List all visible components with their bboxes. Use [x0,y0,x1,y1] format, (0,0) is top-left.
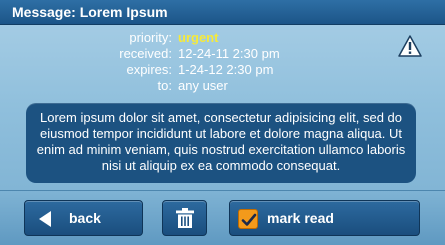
mark-read-label: mark read [267,210,334,226]
delete-button[interactable] [162,200,207,236]
warning-icon [398,35,422,57]
expires-label: expires: [126,62,172,77]
mark-read-checkbox[interactable] [238,209,258,229]
window-title: Message: Lorem Ipsum [0,0,445,25]
to-value: any user [178,78,228,93]
message-body: Lorem ipsum dolor sit amet, consectetur … [26,103,416,183]
received-row: received: 12-24-11 2:30 pm [0,46,445,62]
priority-label: priority: [129,30,172,45]
received-value: 12-24-11 2:30 pm [178,46,280,61]
message-panel: Message: Lorem Ipsum priority: urgent re… [0,0,445,245]
priority-value: urgent [178,30,219,45]
checkmark-icon [241,213,257,226]
priority-row: priority: urgent [0,30,445,46]
mark-read-button[interactable]: mark read [229,200,420,236]
expires-row: expires: 1-24-12 2:30 pm [0,62,445,78]
expires-value: 1-24-12 2:30 pm [178,62,274,77]
trash-icon [176,208,194,228]
back-arrow-icon [39,211,51,227]
to-row: to: any user [0,78,445,94]
back-button-label: back [69,210,101,226]
to-label: to: [157,78,172,93]
message-metadata: priority: urgent received: 12-24-11 2:30… [0,30,445,94]
back-button[interactable]: back [24,200,143,236]
received-label: received: [119,46,172,61]
